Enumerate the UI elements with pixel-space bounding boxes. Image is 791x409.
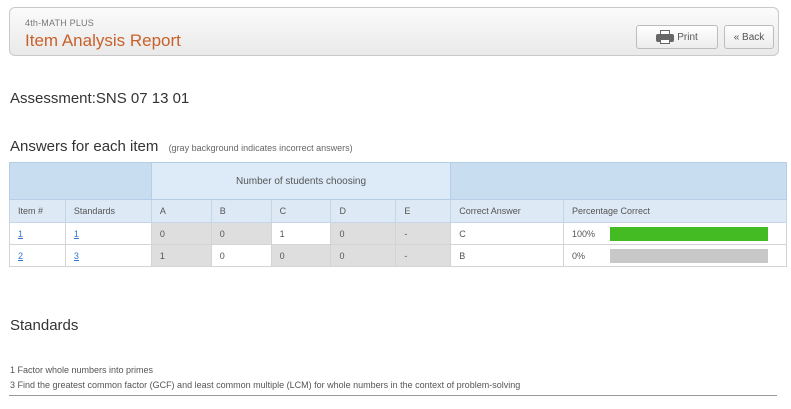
percent-bar	[609, 248, 768, 263]
page-title: Item Analysis Report	[25, 31, 181, 50]
group-header-students-choosing: Number of students choosing	[150, 162, 452, 200]
table-row: 1 1 0 0 1 0 - C 100%	[9, 222, 788, 245]
correct-answer: B	[450, 244, 564, 267]
col-header-correct-answer: Correct Answer	[450, 199, 564, 223]
col-header-standards: Standards	[64, 199, 152, 223]
col-header-c: C	[270, 199, 332, 223]
choice-b-count: 0	[210, 244, 272, 267]
col-header-percentage-correct: Percentage Correct	[562, 199, 788, 223]
choice-e-count: -	[395, 222, 452, 245]
choice-d-count: 0	[330, 222, 397, 245]
choice-d-count: 0	[330, 244, 397, 267]
percent-label: 0%	[571, 250, 585, 261]
assessment-label: Assessment:SNS 07 13 01	[10, 90, 190, 107]
percent-label: 100%	[571, 228, 596, 239]
answers-title: Answers for each item	[10, 138, 159, 155]
back-button[interactable]: « Back	[724, 25, 774, 49]
standard-link[interactable]: 3	[74, 251, 79, 261]
printer-icon	[656, 30, 675, 44]
item-link[interactable]: 1	[18, 229, 23, 239]
percent-bar	[609, 226, 768, 241]
table-header-row: Item # Standards A B C D E Correct Answe…	[9, 199, 788, 223]
standard-item: 3 Find the greatest common factor (GCF) …	[10, 380, 521, 390]
header-subtitle: 4th-MATH PLUS	[25, 18, 94, 28]
answers-note: (gray background indicates incorrect ans…	[168, 143, 353, 153]
choice-c-count: 1	[270, 222, 332, 245]
correct-answer: C	[450, 222, 564, 245]
standard-item: 1 Factor whole numbers into primes	[10, 365, 154, 375]
col-header-item: Item #	[9, 199, 66, 223]
standards-title: Standards	[10, 317, 79, 334]
choice-c-count: 0	[270, 244, 332, 267]
divider	[9, 395, 777, 396]
item-link[interactable]: 2	[18, 251, 23, 261]
col-header-e: E	[395, 199, 452, 223]
table-row: 2 3 1 0 0 0 - B 0%	[9, 244, 788, 267]
answers-section-title: Answers for each item (gray background i…	[10, 138, 353, 155]
standard-link[interactable]: 1	[74, 229, 79, 239]
report-header: 4th-MATH PLUS Item Analysis Report Print…	[9, 7, 779, 56]
table-group-header-row: Number of students choosing	[9, 162, 787, 200]
col-header-d: D	[330, 199, 397, 223]
print-button[interactable]: Print	[636, 25, 718, 49]
choice-a-count: 1	[150, 244, 212, 267]
col-header-b: B	[210, 199, 272, 223]
choice-e-count: -	[395, 244, 452, 267]
item-analysis-table: Number of students choosing Item # Stand…	[9, 162, 788, 267]
print-label: Print	[677, 31, 698, 43]
choice-b-count: 0	[210, 222, 272, 245]
choice-a-count: 0	[150, 222, 212, 245]
col-header-a: A	[150, 199, 212, 223]
